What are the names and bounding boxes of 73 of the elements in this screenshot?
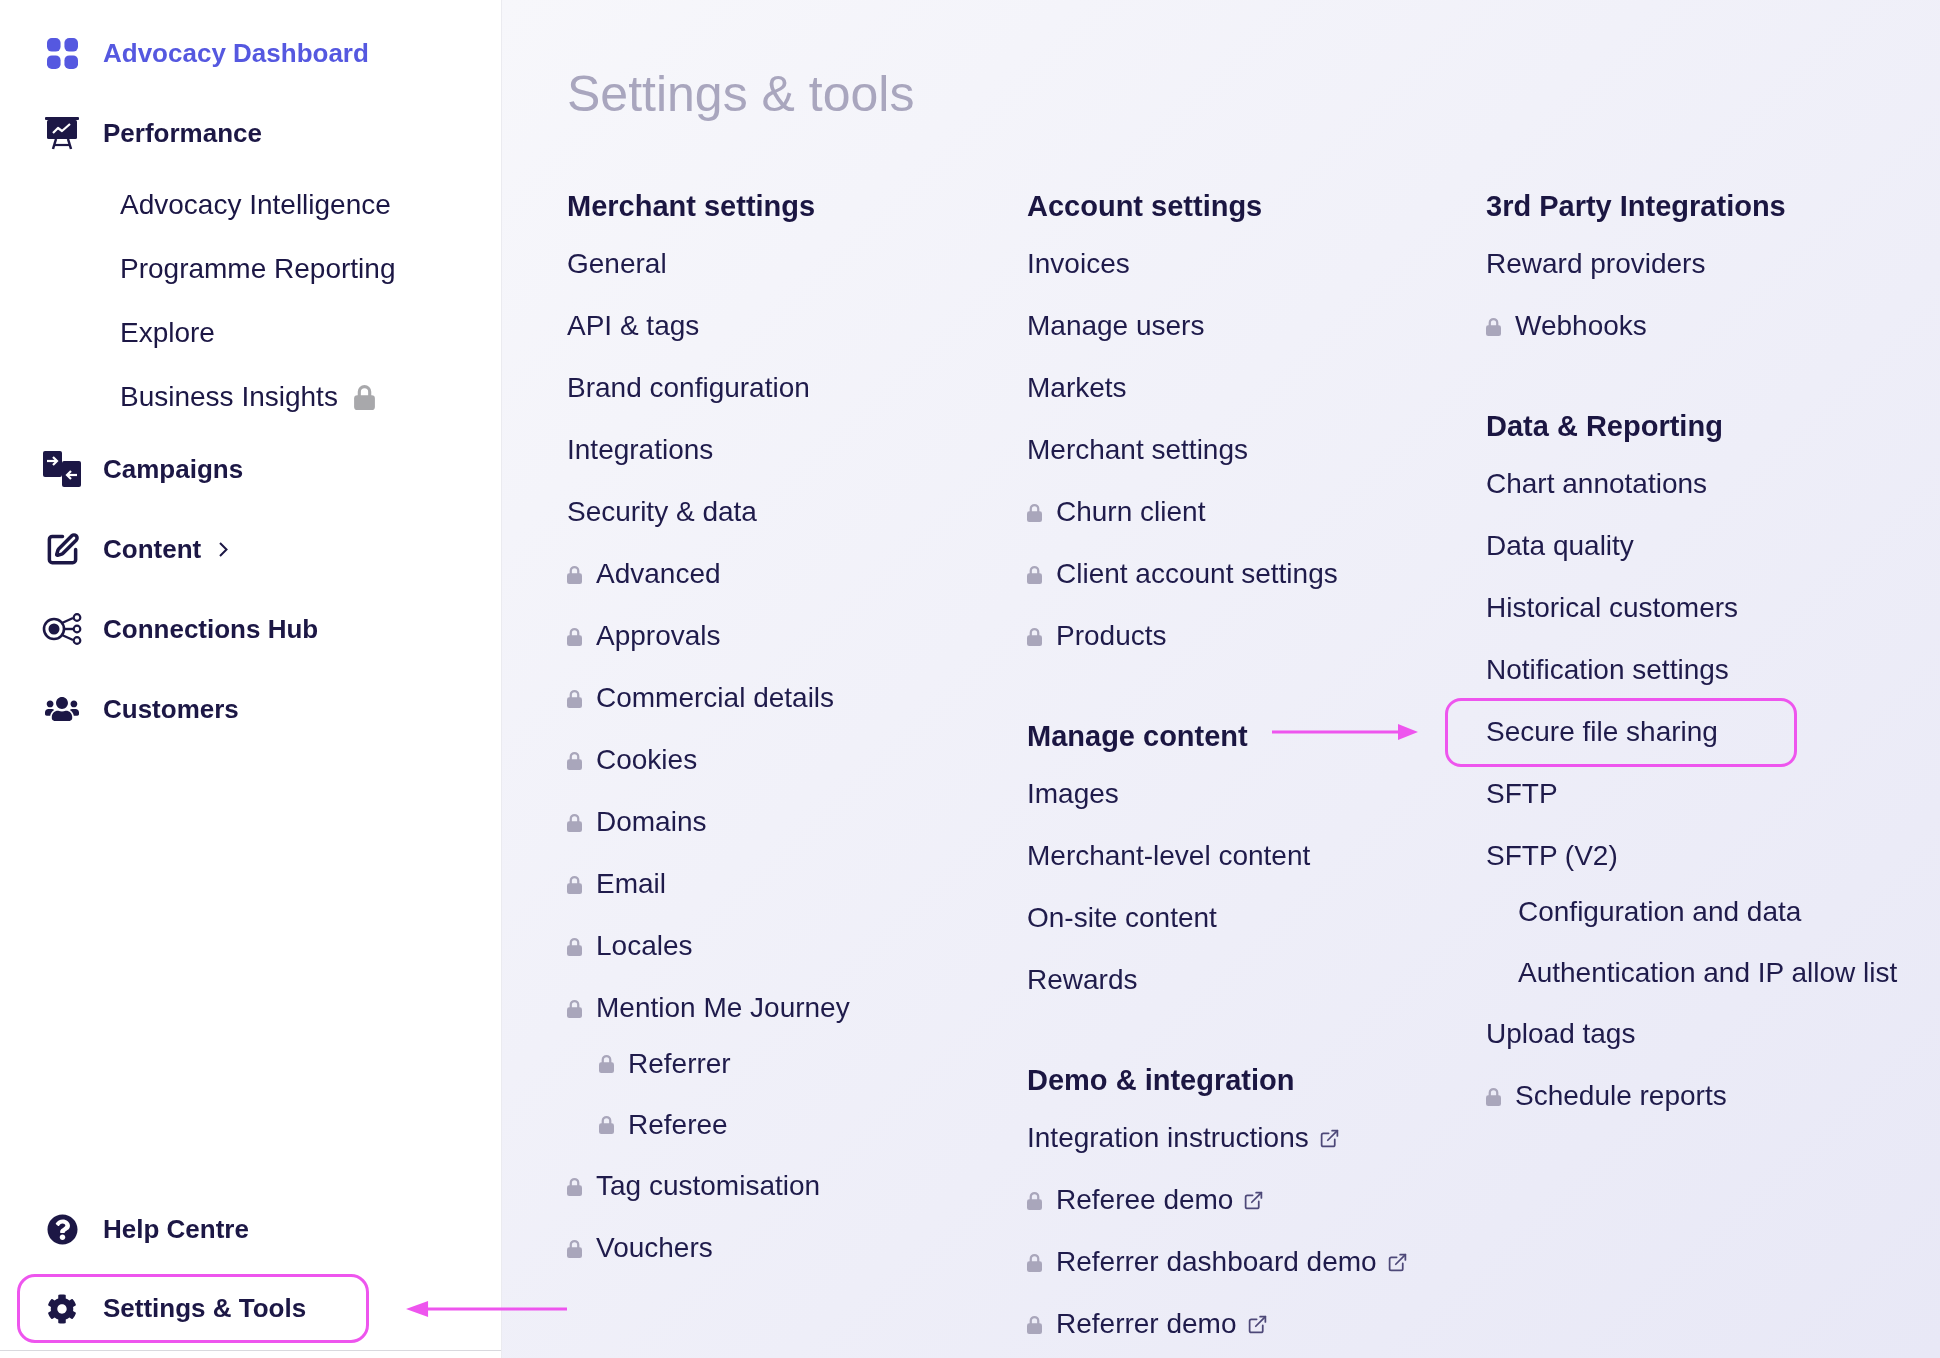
settings-link[interactable]: Manage users [1027, 305, 1205, 347]
nav-link[interactable]: Content [42, 529, 229, 569]
settings-link[interactable]: Products [1027, 615, 1167, 657]
section-heading: 3rd Party Integrations [1486, 189, 1786, 225]
settings-link[interactable]: Commercial details [567, 677, 835, 719]
settings-link[interactable]: Secure file sharing [1445, 697, 1797, 767]
settings-link[interactable]: Advanced [567, 553, 721, 595]
settings-link[interactable]: Schedule reports [1486, 1075, 1727, 1117]
section-heading: Manage content [1027, 719, 1248, 755]
settings-link[interactable]: Integrations [567, 429, 714, 471]
grid-icon [46, 37, 78, 69]
settings-link[interactable]: SFTP (V2) [1486, 835, 1618, 877]
nav-sublink[interactable]: Business Insights [120, 376, 375, 418]
settings-link[interactable]: Notification settings [1486, 649, 1729, 691]
settings-link[interactable]: Cookies [567, 739, 698, 781]
settings-link[interactable]: Reward providers [1486, 243, 1706, 285]
settings-link[interactable]: Referee [599, 1103, 728, 1146]
settings-link[interactable]: Data quality [1486, 525, 1634, 567]
settings-link[interactable]: Domains [567, 801, 707, 843]
settings-icon [47, 1293, 77, 1324]
settings-link[interactable]: Locales [567, 925, 693, 967]
nav-link[interactable]: Help Centre [42, 1210, 249, 1249]
nav-sublink[interactable]: Advocacy Intelligence [120, 184, 391, 226]
settings-link[interactable]: Referrer demo [1027, 1303, 1268, 1345]
nav-sublink[interactable]: Explore [120, 312, 215, 354]
nav-link[interactable]: Customers [42, 689, 239, 729]
settings-link[interactable]: Vouchers [567, 1227, 713, 1269]
arrows-panels-icon [43, 451, 81, 487]
nav-link[interactable]: Performance [42, 113, 262, 153]
settings-link[interactable]: Rewards [1027, 959, 1138, 1001]
settings-link[interactable]: Merchant settings [1027, 429, 1248, 471]
settings-link[interactable]: Referrer [599, 1042, 731, 1085]
settings-link[interactable]: Webhooks [1486, 305, 1647, 347]
arrow-icon [1272, 723, 1418, 741]
settings-link[interactable]: API & tags [567, 305, 700, 347]
settings-link[interactable]: Historical customers [1486, 587, 1739, 629]
settings-link[interactable]: Churn client [1027, 491, 1206, 533]
nav-link[interactable]: Settings & Tools [17, 1274, 369, 1343]
section-heading: Data & Reporting [1486, 409, 1723, 445]
settings-link[interactable]: Integration instructions [1027, 1117, 1340, 1159]
nav-sublink[interactable]: Programme Reporting [120, 248, 396, 290]
people-icon [45, 695, 79, 723]
settings-link[interactable]: Email [567, 863, 666, 905]
settings-link[interactable]: Referee demo [1027, 1179, 1265, 1221]
help-icon [46, 1214, 78, 1245]
presentation-chart-icon [45, 116, 79, 150]
settings-link[interactable]: Merchant-level content [1027, 835, 1311, 877]
settings-link[interactable]: Mention Me Journey [567, 987, 850, 1029]
settings-link[interactable]: Authentication and IP allow list [1518, 951, 1898, 994]
settings-link[interactable]: Tag customisation [567, 1165, 821, 1207]
hub-icon [42, 613, 82, 645]
settings-link[interactable]: Markets [1027, 367, 1127, 409]
settings-link[interactable]: SFTP [1486, 773, 1558, 815]
settings-link[interactable]: Upload tags [1486, 1013, 1636, 1055]
settings-link[interactable]: Approvals [567, 615, 721, 657]
nav-link[interactable]: Connections Hub [42, 609, 319, 649]
settings-link[interactable]: On-site content [1027, 897, 1217, 939]
dashboard-link[interactable]: Advocacy Dashboard [42, 33, 369, 73]
settings-link[interactable]: Client account settings [1027, 553, 1338, 595]
settings-link[interactable]: Images [1027, 773, 1119, 815]
settings-link[interactable]: General [567, 243, 667, 285]
nav-link[interactable]: Campaigns [42, 449, 244, 489]
settings-link[interactable]: Referrer dashboard demo [1027, 1241, 1408, 1283]
section-heading: Demo & integration [1027, 1063, 1295, 1099]
section-heading: Merchant settings [567, 189, 816, 225]
settings-link[interactable]: Chart annotations [1486, 463, 1708, 505]
page-title: Settings & tools [567, 68, 915, 120]
settings-link[interactable]: Security & data [567, 491, 757, 533]
settings-link[interactable]: Configuration and data [1518, 890, 1802, 933]
arrow-icon [406, 1299, 567, 1318]
settings-link[interactable]: Brand configuration [567, 367, 810, 409]
section-heading: Account settings [1027, 189, 1263, 225]
settings-link[interactable]: Invoices [1027, 243, 1130, 285]
